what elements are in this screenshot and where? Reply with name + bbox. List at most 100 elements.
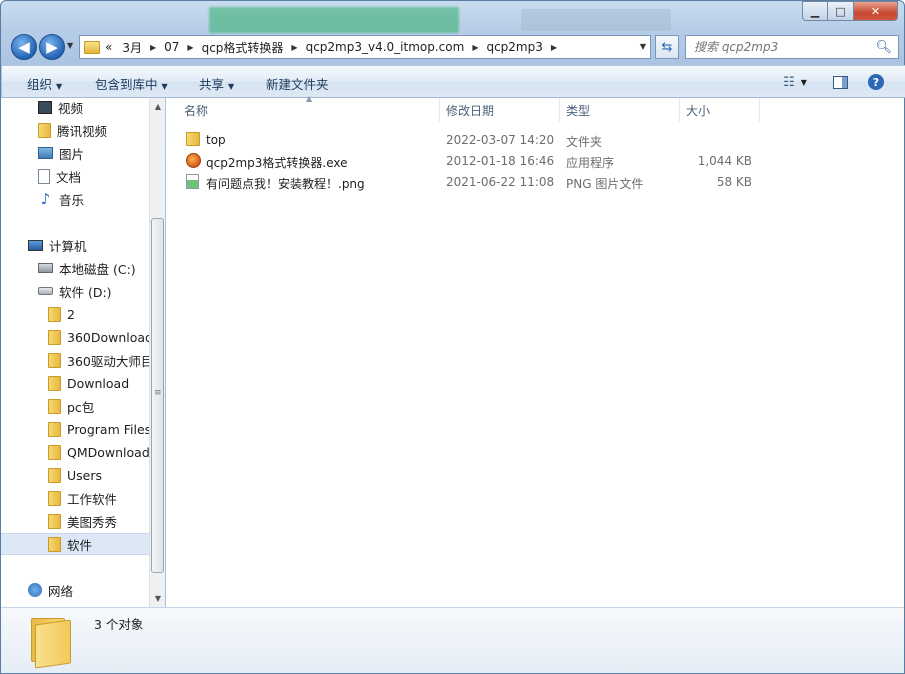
folder-icon: [48, 329, 61, 345]
chevron-down-icon[interactable]: ▼: [640, 42, 646, 51]
include-in-library-label: 包含到库中: [95, 77, 158, 92]
file-type: 应用程序: [566, 156, 615, 170]
address-bar[interactable]: « 3月 ▶ 07 ▶ qcp格式转换器 ▶ qcp2mp3_v4.0_itmo…: [79, 35, 651, 59]
file-row[interactable]: top 2022-03-07 14:20 文件夹: [184, 130, 784, 151]
column-header-label: 类型: [566, 103, 591, 118]
scroll-down-icon[interactable]: ▼: [150, 590, 166, 607]
nav-item-folder[interactable]: Users: [1, 464, 149, 486]
file-name: 有问题点我！安装教程！.png: [206, 177, 365, 191]
folder-icon: [48, 513, 61, 529]
nav-item-folder[interactable]: Download: [1, 372, 149, 394]
breadcrumb-separator-icon[interactable]: ▶: [469, 43, 481, 52]
column-header-size[interactable]: 大小: [680, 98, 760, 122]
breadcrumb-separator-icon[interactable]: ▶: [288, 43, 300, 52]
nav-item-folder[interactable]: Program Files: [1, 418, 149, 440]
nav-item-network[interactable]: 网络: [1, 579, 149, 601]
breadcrumb-separator-icon[interactable]: ▶: [548, 43, 560, 52]
breadcrumb-separator-icon[interactable]: ▶: [147, 43, 159, 52]
nav-item-pictures[interactable]: 图片: [1, 142, 149, 164]
close-button[interactable]: ✕: [854, 1, 898, 21]
nav-item-videos[interactable]: 视频: [1, 98, 149, 118]
nav-item-tencent-video[interactable]: 腾讯视频: [1, 119, 149, 141]
breadcrumb-item[interactable]: 3月: [117, 39, 147, 56]
column-header-label: 名称: [184, 103, 209, 118]
nav-item-folder[interactable]: 工作软件: [1, 487, 149, 509]
item-count: 3 个对象: [94, 617, 144, 632]
chevron-down-icon: ▼: [800, 77, 807, 87]
details-pane: 3 个对象: [1, 607, 904, 673]
refresh-button[interactable]: ⇆: [655, 35, 679, 59]
maximize-button[interactable]: □: [828, 1, 854, 21]
preview-pane-button[interactable]: [830, 72, 850, 92]
forward-button[interactable]: ▶: [39, 34, 65, 60]
nav-item-label: 视频: [58, 100, 84, 116]
nav-item-label: 美图秀秀: [67, 514, 118, 530]
file-size: 58 KB: [716, 175, 752, 189]
search-box[interactable]: 🔍︎: [685, 35, 899, 59]
nav-item-label: 工作软件: [67, 491, 118, 507]
nav-scrollbar[interactable]: ▲ ≡ ▼: [149, 98, 165, 607]
nav-item-label: Program Files: [67, 421, 149, 437]
column-header-name[interactable]: ▲ 名称: [166, 94, 440, 122]
command-bar: 组织 ▼ 包含到库中 ▼ 共享 ▼ 新建文件夹 ☷ ▼ ?: [2, 65, 905, 98]
nav-item-label: Users: [67, 467, 103, 483]
sort-ascending-icon: ▲: [306, 94, 313, 103]
scrollbar-thumb[interactable]: ≡: [151, 218, 164, 573]
folder-icon: [48, 398, 61, 414]
share-menu[interactable]: 共享 ▼: [199, 74, 234, 93]
file-row[interactable]: 有问题点我！安装教程！.png 2021-06-22 11:08 PNG 图片文…: [184, 172, 784, 193]
new-folder-button[interactable]: 新建文件夹: [266, 74, 329, 93]
navigation-pane: 视频 腾讯视频 图片 文档 ♪ 音乐 计算机 本地磁盘 (C:) 软件 (D:)…: [1, 98, 149, 607]
breadcrumb-item[interactable]: qcp2mp3_v4.0_itmop.com: [301, 40, 470, 54]
file-type: 文件夹: [566, 135, 603, 149]
column-header-date[interactable]: 修改日期: [440, 98, 560, 122]
file-name: top: [206, 133, 226, 147]
nav-item-label: 腾讯视频: [57, 123, 108, 139]
minimize-button[interactable]: ▁: [802, 1, 828, 21]
nav-item-computer[interactable]: 计算机: [1, 234, 149, 256]
nav-item-drive-c[interactable]: 本地磁盘 (C:): [1, 257, 149, 279]
nav-item-folder[interactable]: 360驱动大师目录: [1, 349, 149, 371]
file-row[interactable]: qcp2mp3格式转换器.exe 2012-01-18 16:46 应用程序 1…: [184, 151, 784, 172]
preview-pane-icon: [832, 75, 848, 89]
folder-icon: [48, 444, 61, 460]
nav-item-label: 图片: [59, 146, 85, 162]
breadcrumb-separator-icon[interactable]: ▶: [184, 43, 196, 52]
include-in-library-menu[interactable]: 包含到库中 ▼: [95, 74, 168, 93]
breadcrumb-item[interactable]: qcp格式转换器: [197, 39, 289, 56]
nav-item-folder[interactable]: 美图秀秀: [1, 510, 149, 532]
nav-item-documents[interactable]: 文档: [1, 165, 149, 187]
change-view-button[interactable]: ☷ ▼: [775, 72, 815, 92]
organize-menu[interactable]: 组织 ▼: [27, 74, 62, 93]
nav-item-folder-selected[interactable]: 软件: [1, 533, 149, 555]
search-input[interactable]: [686, 36, 866, 58]
nav-item-folder[interactable]: 2: [1, 303, 149, 325]
back-button[interactable]: ◀: [11, 34, 37, 60]
nav-item-folder[interactable]: 360Downloads: [1, 326, 149, 348]
folder-icon: [48, 306, 61, 322]
folder-icon: [48, 536, 61, 552]
search-icon[interactable]: 🔍︎: [875, 40, 892, 55]
nav-item-folder[interactable]: QMDownload: [1, 441, 149, 463]
breadcrumb-overflow[interactable]: «: [100, 40, 117, 54]
folder-icon: [38, 122, 51, 138]
breadcrumb-item[interactable]: qcp2mp3: [481, 40, 547, 54]
file-name: qcp2mp3格式转换器.exe: [206, 156, 348, 170]
nav-item-label: pc包: [67, 399, 95, 415]
column-header-type[interactable]: 类型: [560, 98, 680, 122]
drive-icon: [38, 287, 53, 295]
recent-pages-dropdown[interactable]: ▼: [67, 41, 73, 50]
organize-label: 组织: [27, 77, 53, 92]
nav-item-label: 360Downloads: [67, 329, 149, 345]
nav-item-music[interactable]: ♪ 音乐: [1, 188, 149, 210]
file-date: 2021-06-22 11:08: [446, 175, 555, 189]
help-button[interactable]: ?: [866, 72, 886, 92]
nav-item-folder[interactable]: pc包: [1, 395, 149, 417]
music-library-icon: ♪: [40, 190, 51, 208]
nav-item-drive-d[interactable]: 软件 (D:): [1, 280, 149, 302]
folder-icon: [48, 421, 61, 437]
scroll-up-icon[interactable]: ▲: [150, 98, 166, 115]
exe-app-icon: [186, 153, 201, 168]
breadcrumb-item[interactable]: 07: [159, 40, 184, 54]
help-icon: ?: [868, 74, 884, 90]
